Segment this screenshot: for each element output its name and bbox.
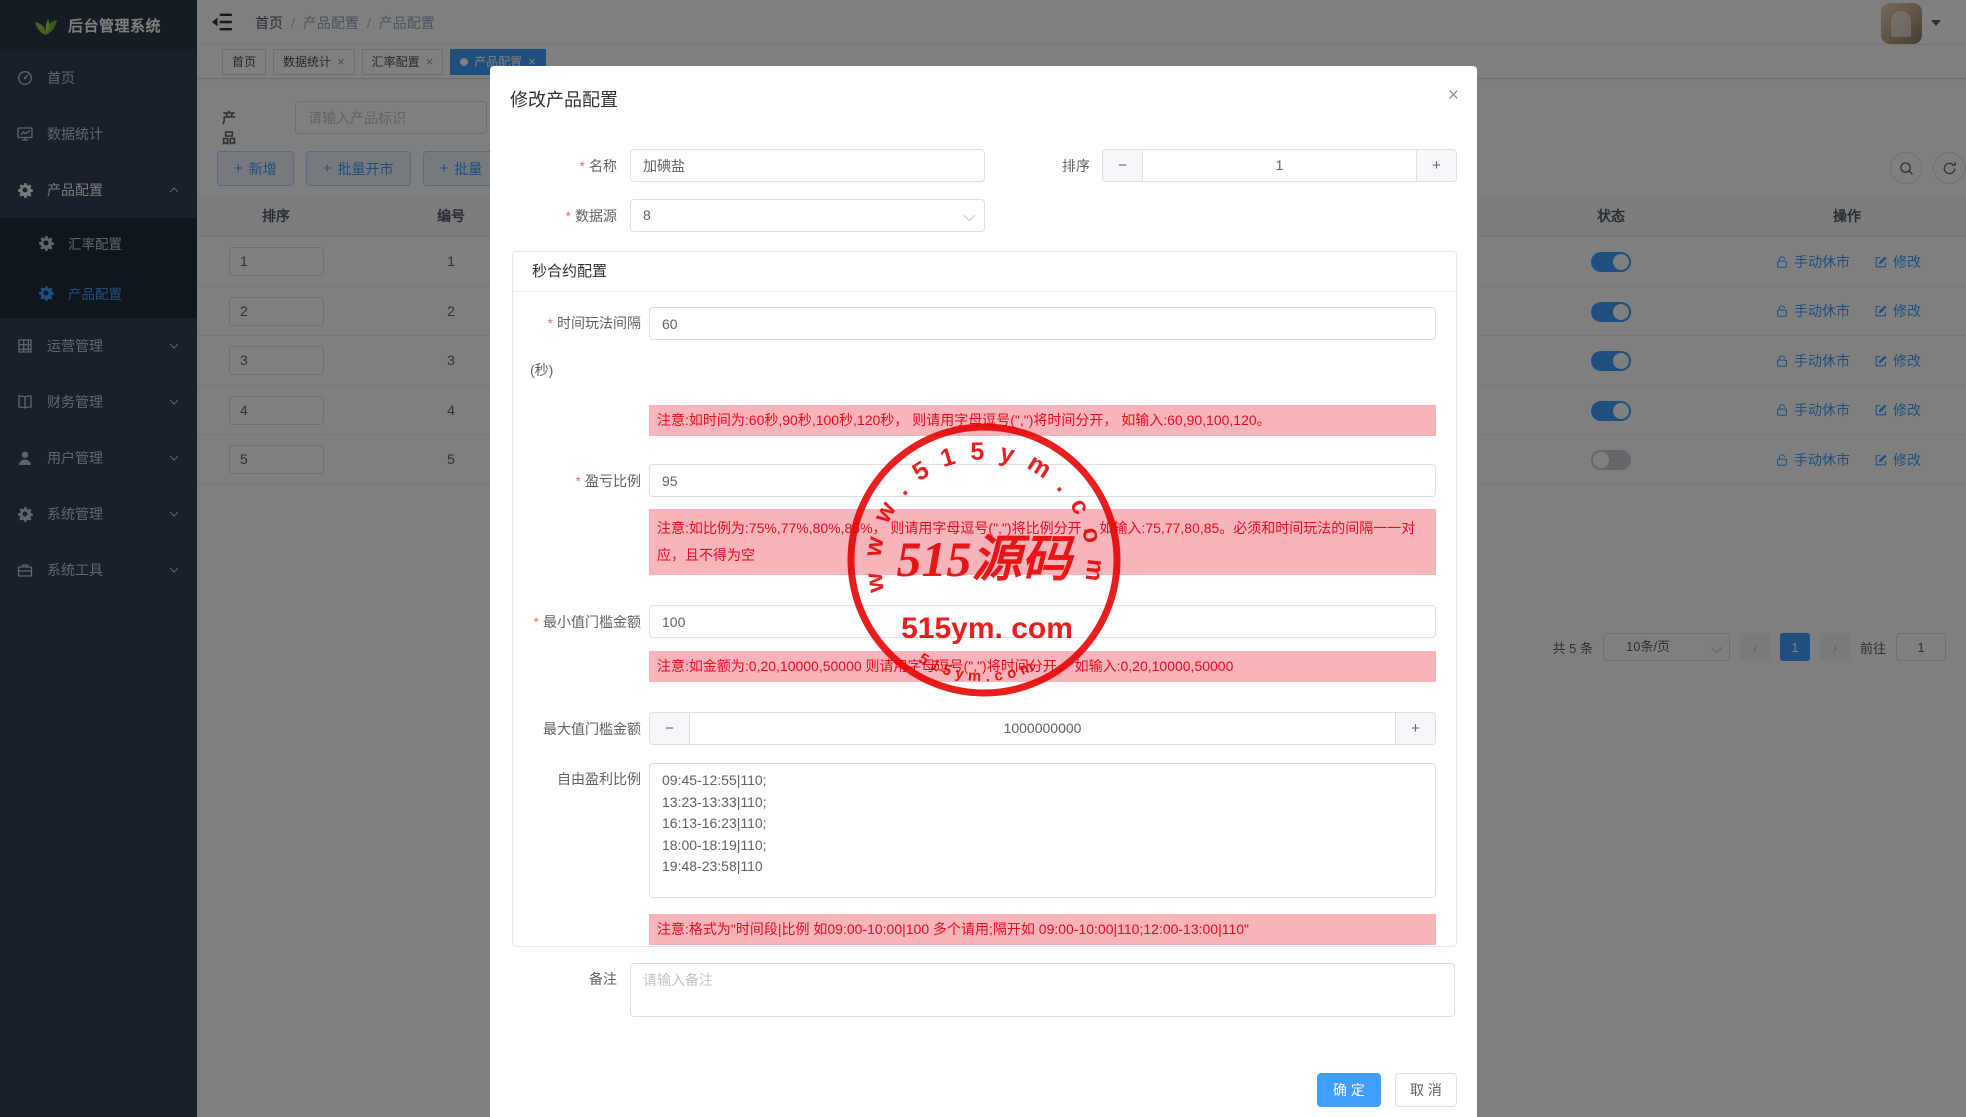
cancel-button[interactable]: 取 消 <box>1395 1073 1457 1107</box>
min-threshold-warning: 注意:如金额为:0,20,10000,50000 则请用字母逗号(",")将时间… <box>649 651 1436 682</box>
increment-button[interactable]: + <box>1395 713 1435 744</box>
card-title: 秒合约配置 <box>513 252 1456 292</box>
min-threshold-input[interactable] <box>649 605 1436 638</box>
decrement-button[interactable]: − <box>650 713 690 744</box>
modal-title: 修改产品配置 <box>510 90 618 110</box>
modal-footer: 确 定 取 消 <box>510 1073 1457 1107</box>
interval-input[interactable] <box>649 307 1436 340</box>
sort-stepper: − 1 + <box>1102 149 1457 182</box>
interval-warning: 注意:如时间为:60秒,90秒,100秒,120秒， 则请用字母逗号(",")将… <box>649 405 1436 436</box>
page: 后台管理系统 首页 数据统计 产品配置 <box>0 0 1966 1117</box>
free-profit-label: 自由盈利比例 <box>521 763 649 796</box>
ratio-warning: 注意:如比例为:75%,77%,80%,85%， 则请用字母逗号(",")将比例… <box>649 509 1436 575</box>
edit-product-modal: 修改产品配置 × 名称 排序 − 1 + 数据源 8 <box>490 66 1477 1117</box>
second-contract-card: 秒合约配置 时间玩法间隔(秒) 注意:如时间为:60秒,90秒,100秒,120… <box>512 251 1457 947</box>
max-threshold-value[interactable]: 1000000000 <box>690 713 1395 744</box>
free-profit-warning: 注意:格式为"时间段|比例 如09:00-10:00|100 多个请用;隔开如 … <box>649 914 1436 945</box>
ratio-label: 盈亏比例 <box>521 471 649 491</box>
datasource-select[interactable]: 8 <box>630 199 985 232</box>
chevron-down-icon <box>964 210 975 221</box>
ratio-input[interactable] <box>649 464 1436 497</box>
min-threshold-label: 最小值门槛金额 <box>521 612 649 632</box>
increment-button[interactable]: + <box>1416 150 1456 181</box>
name-label: 名称 <box>510 156 617 176</box>
interval-label: 时间玩法间隔(秒) <box>521 307 649 387</box>
sort-value[interactable]: 1 <box>1143 150 1416 181</box>
free-profit-textarea[interactable]: 09:45-12:55|110; 13:23-13:33|110; 16:13-… <box>649 763 1436 898</box>
confirm-button[interactable]: 确 定 <box>1317 1073 1381 1107</box>
decrement-button[interactable]: − <box>1103 150 1143 181</box>
name-input[interactable] <box>630 149 985 182</box>
modal-body: 名称 排序 − 1 + 数据源 8 秒合约配置 <box>490 149 1477 1107</box>
remark-label: 备注 <box>510 963 617 996</box>
modal-header: 修改产品配置 × <box>490 66 1477 111</box>
max-threshold-label: 最大值门槛金额 <box>521 719 649 739</box>
remark-textarea[interactable] <box>630 963 1455 1017</box>
interval-unit-label: (秒) <box>521 354 641 387</box>
max-threshold-stepper: − 1000000000 + <box>649 712 1436 745</box>
datasource-label: 数据源 <box>510 206 617 226</box>
close-icon[interactable]: × <box>1448 86 1459 105</box>
sort-label: 排序 <box>1062 156 1090 176</box>
